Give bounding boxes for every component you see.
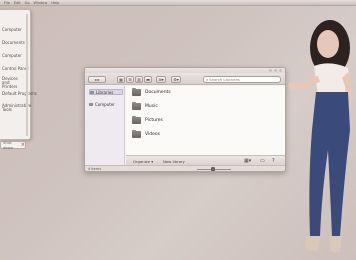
left-arm-shape (296, 76, 320, 92)
view-icons-button[interactable]: ▦ (117, 76, 125, 83)
status-bar: 4 items (85, 165, 285, 171)
view-columns-button[interactable]: ▥ (135, 76, 143, 83)
zoom-slider[interactable] (197, 167, 231, 171)
right-arm-shape (342, 72, 353, 108)
navigation-pane: Libraries Computer (85, 86, 125, 165)
minimize-icon[interactable] (269, 69, 272, 72)
start-menu-scrollbar[interactable] (26, 14, 28, 136)
explorer-window: ◂ ▸ ▦ ☰ ▥ ▬ ⊞▾ ⚙▾ ⌕ Search Libraries Lib… (84, 67, 286, 172)
command-bar: Organize ▾ New library ▦▾ ▭ ? (126, 155, 285, 165)
menu-help[interactable]: Help (51, 1, 59, 5)
organize-button[interactable]: Organize ▾ (133, 159, 153, 164)
libraries-icon (90, 90, 94, 94)
shutdown-button[interactable]: Shut down × (0, 140, 26, 150)
item-count: 4 items (88, 167, 102, 171)
folder-icon (132, 87, 141, 96)
start-item-computer[interactable]: Computer (2, 28, 22, 32)
start-item-control-panel[interactable]: Control Panel (2, 67, 29, 71)
file-list: Documents Music Pictures Videos (126, 86, 285, 155)
right-shoe-shape (330, 236, 342, 253)
start-item-devices[interactable]: Devices and Printers (2, 77, 26, 89)
maximize-icon[interactable] (274, 69, 277, 72)
action-button[interactable]: ⚙▾ (171, 76, 181, 83)
nav-item-computer[interactable]: Computer (89, 101, 123, 107)
folder-music[interactable]: Music (132, 101, 158, 111)
nav-libraries-label: Libraries (96, 89, 114, 95)
back-forward-button[interactable]: ◂ ▸ (88, 76, 106, 83)
start-item-admin-tools[interactable]: Administrative Tools (2, 104, 31, 112)
search-icon: ⌕ (206, 77, 209, 82)
nav-computer-label: Computer (95, 101, 115, 107)
start-item-default-programs[interactable]: Default Programs (2, 92, 37, 96)
face-shape (317, 30, 339, 58)
preview-pane-icon[interactable]: ▭ (260, 158, 265, 164)
search-placeholder: Search Libraries (209, 77, 240, 82)
start-item-computer-2[interactable]: Computer (2, 54, 22, 58)
blouse-shape (314, 63, 352, 97)
close-window-icon[interactable] (279, 69, 282, 72)
new-library-button[interactable]: New library (163, 159, 185, 164)
menu-edit[interactable]: Edit (14, 1, 21, 5)
hair-shape (310, 20, 350, 76)
menu-go[interactable]: Go (25, 1, 30, 5)
folder-icon (132, 115, 141, 124)
folder-label: Documents (145, 89, 171, 95)
search-field[interactable]: ⌕ Search Libraries (203, 76, 281, 83)
menu-window[interactable]: Window (34, 1, 48, 5)
zoom-slider-knob[interactable] (211, 167, 215, 171)
folder-icon (132, 101, 141, 110)
help-icon[interactable]: ? (272, 158, 275, 164)
folder-pictures[interactable]: Pictures (132, 115, 163, 125)
computer-icon (89, 102, 93, 106)
start-menu-panel: Computer Documents Computer Control Pane… (0, 9, 37, 140)
left-shoe-shape (306, 236, 320, 251)
folder-videos[interactable]: Videos (132, 129, 160, 139)
start-item-documents[interactable]: Documents (2, 41, 25, 45)
menu-file[interactable]: File (4, 1, 10, 5)
shutdown-label: Shut down (3, 140, 14, 150)
nav-item-libraries[interactable]: Libraries (89, 89, 123, 95)
view-list-button[interactable]: ☰ (126, 76, 134, 83)
top-menu-bar: File Edit Go Window Help (0, 0, 356, 6)
jeans-shape (309, 92, 350, 236)
left-hand-shape (288, 82, 300, 91)
close-icon: × (20, 142, 25, 148)
folder-label: Music (145, 103, 158, 109)
folder-label: Pictures (145, 117, 163, 123)
folder-label: Videos (145, 131, 160, 137)
window-controls (269, 69, 282, 72)
toolbar: ◂ ▸ ▦ ☰ ▥ ▬ ⊞▾ ⚙▾ ⌕ Search Libraries (85, 73, 285, 85)
folder-documents[interactable]: Documents (132, 87, 171, 97)
view-coverflow-button[interactable]: ▬ (144, 76, 152, 83)
view-options-icon[interactable]: ▦▾ (244, 158, 251, 164)
arrange-button[interactable]: ⊞▾ (156, 76, 166, 83)
folder-icon (132, 129, 141, 138)
